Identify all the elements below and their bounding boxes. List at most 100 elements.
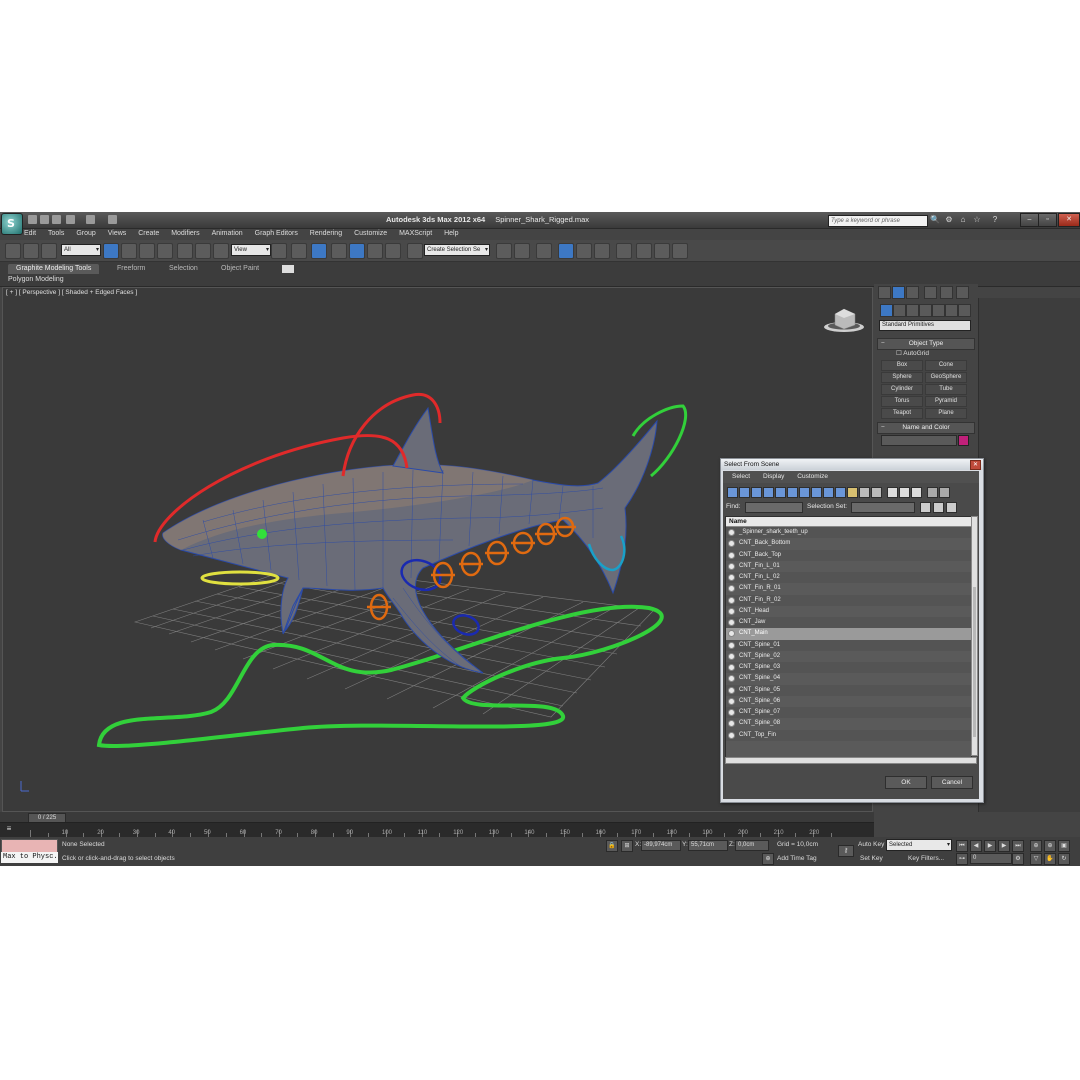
list-item[interactable]: CNT_Spine_06	[726, 696, 971, 707]
dialog-menu-select[interactable]: Select	[732, 471, 750, 483]
search-icon[interactable]: 🔍	[930, 215, 940, 225]
torus-button[interactable]: Torus	[881, 396, 923, 407]
list-item[interactable]: CNT_Spine_03	[726, 662, 971, 674]
filter-icon[interactable]	[927, 487, 938, 498]
polygon-modeling-panel[interactable]: Polygon Modeling	[8, 276, 64, 283]
create-tab-icon[interactable]	[878, 286, 891, 299]
tab-selection[interactable]: Selection	[169, 264, 198, 274]
key-mode-toggle-icon[interactable]: ⊶	[956, 853, 968, 865]
dialog-title-bar[interactable]: Select From Scene ✕	[721, 459, 983, 470]
pyramid-button[interactable]: Pyramid	[925, 396, 967, 407]
menu-graph-editors[interactable]: Graph Editors	[255, 228, 298, 240]
time-tag-icon[interactable]: ⊕	[762, 853, 774, 865]
menu-animation[interactable]: Animation	[212, 228, 243, 240]
list-item[interactable]: CNT_Back_Bottom	[726, 538, 971, 549]
dialog-close-button[interactable]: ✕	[970, 460, 981, 470]
select-none-icon[interactable]	[899, 487, 910, 498]
percent-snap-icon[interactable]	[367, 243, 383, 259]
minimize-button[interactable]: –	[1020, 213, 1039, 227]
reference-coordinate-dropdown[interactable]: View	[231, 244, 271, 256]
keyboard-shortcut-override-icon[interactable]	[311, 243, 327, 259]
open-file-icon[interactable]	[40, 215, 49, 224]
name-color-rollout[interactable]: Name and Color	[877, 422, 975, 434]
autogrid-checkbox[interactable]: ☐ AutoGrid	[896, 349, 929, 357]
snaps-toggle-icon[interactable]	[331, 243, 347, 259]
list-item[interactable]: CNT_Fin_R_01	[726, 583, 971, 594]
list-item[interactable]: CNT_Spine_02	[726, 651, 971, 662]
object-name-field[interactable]	[881, 435, 957, 446]
display-tab-icon[interactable]	[940, 286, 953, 299]
redo-icon[interactable]	[86, 215, 95, 224]
list-item[interactable]: CNT_Spine_05	[726, 684, 971, 696]
box-button[interactable]: Box	[881, 360, 923, 371]
zoom-all-icon[interactable]: ⊕	[1044, 840, 1056, 852]
ribbon-toggle-icon[interactable]	[282, 265, 294, 273]
pan-icon[interactable]: ✋	[1044, 853, 1056, 865]
tab-freeform[interactable]: Freeform	[117, 264, 145, 274]
cancel-button[interactable]: Cancel	[931, 776, 973, 789]
current-frame-field[interactable]: 0	[970, 853, 1012, 864]
find-input[interactable]	[745, 502, 803, 513]
display-all-icon[interactable]	[871, 487, 882, 498]
menu-modifiers[interactable]: Modifiers	[171, 228, 199, 240]
list-item[interactable]: _Spinner_shark_teeth_up	[726, 527, 971, 539]
list-item[interactable]: CNT_Back_Top	[726, 549, 971, 561]
move-icon[interactable]	[177, 243, 193, 259]
go-to-end-icon[interactable]: ⏭	[1012, 840, 1024, 852]
y-coordinate-field[interactable]: 55,71cm	[688, 840, 728, 851]
undo-icon[interactable]	[66, 215, 75, 224]
select-invert-icon[interactable]	[911, 487, 922, 498]
set-key-button[interactable]: Set Key	[860, 855, 883, 862]
help-icon[interactable]: ?	[990, 215, 1000, 225]
list-item[interactable]: CNT_Spine_01	[726, 639, 971, 651]
scroll-thumb[interactable]	[973, 587, 976, 737]
object-color-swatch[interactable]	[958, 435, 969, 446]
category-dropdown[interactable]: Standard Primitives	[879, 320, 971, 331]
maxscript-listener-field[interactable]	[1, 839, 58, 853]
menu-maxscript[interactable]: MAXScript	[399, 228, 432, 240]
zoom-extents-icon[interactable]: ▣	[1058, 840, 1070, 852]
geometry-icon[interactable]	[880, 304, 893, 317]
selection-set-dropdown[interactable]	[851, 502, 915, 513]
selection-filter-dropdown[interactable]: All	[61, 244, 101, 256]
close-button[interactable]: ✕	[1058, 213, 1080, 227]
select-object-icon[interactable]	[103, 243, 119, 259]
cone-button[interactable]: Cone	[925, 360, 967, 371]
select-manipulate-icon[interactable]	[291, 243, 307, 259]
pivot-center-icon[interactable]	[271, 243, 287, 259]
utilities-tab-icon[interactable]	[956, 286, 969, 299]
render-production-icon[interactable]	[672, 243, 688, 259]
save-file-icon[interactable]	[52, 215, 61, 224]
project-folder-icon[interactable]	[108, 215, 117, 224]
plane-button[interactable]: Plane	[925, 408, 967, 419]
ok-button[interactable]: OK	[885, 776, 927, 789]
delete-set-icon[interactable]	[946, 502, 957, 513]
menu-views[interactable]: Views	[108, 228, 127, 240]
menu-edit[interactable]: Edit	[24, 228, 36, 240]
display-hidden-icon[interactable]	[859, 487, 870, 498]
curve-editor-icon[interactable]	[576, 243, 592, 259]
angle-snap-icon[interactable]	[349, 243, 365, 259]
display-lights-icon[interactable]	[751, 487, 762, 498]
menu-group[interactable]: Group	[76, 228, 95, 240]
field-of-view-icon[interactable]: ▽	[1030, 853, 1042, 865]
display-frozen-icon[interactable]	[847, 487, 858, 498]
scale-icon[interactable]	[213, 243, 229, 259]
name-column-header[interactable]: Name	[726, 517, 971, 527]
modify-tab-icon[interactable]	[892, 286, 905, 299]
tube-button[interactable]: Tube	[925, 384, 967, 395]
track-bar[interactable]: ≡ 10 20 30 40 50 60 70 80 90 100 110 120 130 140 150 16…	[0, 822, 874, 837]
rendered-frame-window-icon[interactable]	[654, 243, 670, 259]
filter-options-icon[interactable]	[939, 487, 950, 498]
window-crossing-icon[interactable]	[157, 243, 173, 259]
geosphere-button[interactable]: GeoSphere	[925, 372, 967, 383]
sphere-button[interactable]: Sphere	[881, 372, 923, 383]
edit-set-icon[interactable]	[933, 502, 944, 513]
list-item[interactable]: CNT_Spine_07	[726, 707, 971, 719]
absolute-mode-icon[interactable]: ⊞	[621, 840, 633, 852]
new-file-icon[interactable]	[28, 215, 37, 224]
key-mode-dropdown[interactable]: Selected	[886, 839, 952, 851]
menu-customize[interactable]: Customize	[354, 228, 387, 240]
teapot-button[interactable]: Teapot	[881, 408, 923, 419]
menu-help[interactable]: Help	[444, 228, 458, 240]
